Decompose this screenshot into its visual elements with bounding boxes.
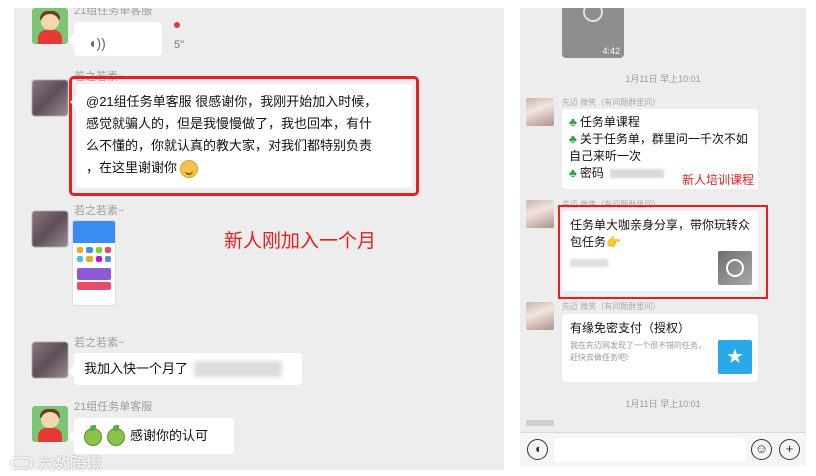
unread-dot [174, 22, 180, 28]
partial-avatar [526, 420, 554, 426]
blurred-content [570, 259, 608, 267]
clover-icon: ♣ [569, 115, 577, 129]
left-chat-panel: 21组任务单客服 ◖)) 5" 若之若素~ @21组任务单客服 很感谢你，我刚开… [14, 8, 504, 470]
message-line: 感觉就骗人的，但是我慢慢做了，我也回本，有什 [86, 116, 373, 131]
share-card[interactable]: 任务单大咖亲身分享，带你玩转众包任务👉 [562, 211, 758, 291]
message-line: ，在这里谢谢你 [86, 157, 402, 179]
message-text: 感谢你的认可 [130, 428, 209, 443]
clover-icon: ♣ [569, 132, 577, 146]
sender-avatar[interactable] [526, 200, 554, 228]
video-thumbnail [718, 251, 752, 285]
support-avatar[interactable] [32, 8, 68, 44]
thanks-message-bubble[interactable]: @21组任务单客服 很感谢你，我刚开始加入时候， 感觉就骗人的，但是我慢慢做了，… [70, 84, 412, 188]
voice-message-bubble[interactable]: ◖)) [68, 22, 162, 56]
user-avatar[interactable] [32, 80, 68, 116]
message-line: @21组任务单客服 很感谢你，我刚开始加入时候， [86, 94, 378, 109]
sender-name: 先迈 微笑（有问题群里问） [562, 98, 661, 107]
voice-duration: 5" [174, 39, 185, 51]
screenshot-image[interactable] [72, 220, 116, 306]
right-chat-panel: 4:42 1月11日 早上10:01 先迈 微笑（有问题群里问） ♣ 任务单课程 … [520, 8, 806, 466]
time-stamp: 1月11日 早上10:01 [625, 74, 701, 84]
card-title: 有缘免密支付（授权） [570, 321, 691, 335]
video-message[interactable]: 4:42 [562, 8, 624, 58]
sender-name: 若之若素~ [74, 337, 125, 349]
sprout-emoji-icon [107, 424, 125, 446]
card-description: 我在先迈网发现了一个很不错的任务，赶快去做任务吧! [570, 341, 706, 362]
payment-card[interactable]: 有缘免密支付（授权） 我在先迈网发现了一个很不错的任务，赶快去做任务吧! ★ [562, 314, 758, 382]
sender-name: 21组任务单客服 [74, 401, 153, 413]
user-avatar[interactable] [32, 211, 68, 247]
card-title: 任务单大咖亲身分享，带你玩转众包任务👉 [570, 218, 751, 249]
reply-message-bubble[interactable]: 感谢你的认可 [68, 418, 234, 454]
annotation-caption: 新人培训课程 [682, 173, 755, 187]
voice-icon[interactable]: ◖ [527, 439, 548, 460]
blurred-password [609, 169, 664, 179]
emoji-icon[interactable]: ☺ [751, 439, 772, 460]
user-avatar[interactable] [32, 342, 68, 378]
support-avatar[interactable] [32, 406, 68, 442]
card-line: ♣ 任务单课程 [569, 115, 640, 129]
card-line: ♣ 关于任务单，群里问一千次不如自己来听一次 [569, 132, 748, 163]
message-text: 我加入快一个月了 [84, 361, 189, 376]
message-line: 么不懂的，你就认真的教大家，对我们都特别负责 [86, 138, 373, 153]
video-duration: 4:42 [602, 46, 620, 56]
watermark-logo: ᑕᑐ 六数跨境 [10, 456, 102, 473]
voice-wave-icon: ◖)) [88, 35, 106, 51]
star-icon: ★ [718, 340, 752, 374]
sender-name: 先迈 微笑（有问题群里问） [562, 302, 661, 311]
sender-name: 21组任务单客服 [74, 8, 153, 17]
message-input[interactable] [554, 438, 746, 462]
sprout-emoji-icon [84, 424, 102, 446]
time-stamp: 1月11日 早上10:01 [625, 399, 701, 409]
plus-icon[interactable]: + [779, 439, 800, 460]
smile-emoji-icon [180, 159, 199, 178]
play-icon [583, 8, 603, 22]
play-icon [726, 259, 744, 277]
sender-name: 若之若素~ [74, 205, 125, 217]
blurred-content [194, 361, 282, 377]
sender-avatar[interactable] [526, 98, 554, 126]
input-bar: ◖ ☺ + [520, 432, 806, 466]
clover-icon: ♣ [569, 166, 577, 180]
sender-avatar[interactable] [526, 302, 554, 330]
annotation-caption: 新人刚加入一个月 [224, 231, 377, 252]
